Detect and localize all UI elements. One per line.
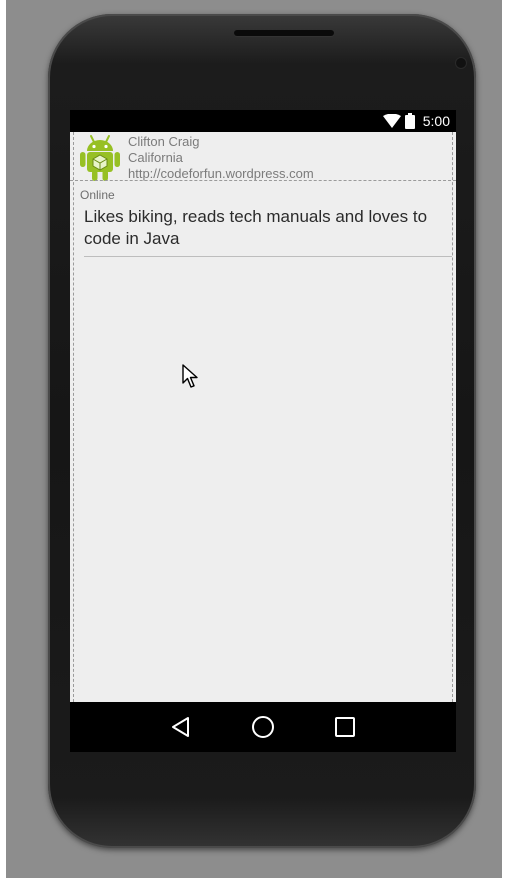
battery-icon bbox=[404, 113, 415, 129]
header-divider bbox=[70, 180, 456, 181]
android-robot-icon bbox=[80, 135, 120, 181]
wifi-icon bbox=[382, 114, 401, 128]
recents-button[interactable] bbox=[332, 714, 358, 740]
home-circle-icon bbox=[252, 716, 274, 738]
back-button[interactable] bbox=[168, 714, 194, 740]
online-status-label: Online bbox=[80, 188, 115, 202]
profile-location: California bbox=[128, 150, 183, 165]
back-triangle-icon bbox=[172, 717, 189, 737]
profile-screen: Clifton Craig California http://codeforf… bbox=[70, 132, 456, 702]
navigation-bar bbox=[70, 702, 456, 752]
profile-name: Clifton Craig bbox=[128, 134, 200, 149]
bio-text-field[interactable]: Likes biking, reads tech manuals and lov… bbox=[84, 206, 454, 250]
device-screen: 5:00 Clifton Craig California http://cod… bbox=[70, 110, 456, 752]
profile-details: Clifton Craig California http://codeforf… bbox=[128, 134, 314, 182]
bio-field-underline bbox=[84, 256, 452, 257]
home-button[interactable] bbox=[250, 714, 276, 740]
recents-square-icon bbox=[335, 717, 355, 737]
status-bar: 5:00 bbox=[70, 110, 456, 132]
front-camera-icon bbox=[456, 58, 466, 68]
status-clock: 5:00 bbox=[422, 113, 450, 129]
mouse-pointer-icon bbox=[182, 364, 198, 388]
earpiece-speaker bbox=[234, 30, 334, 36]
profile-header: Clifton Craig California http://codeforf… bbox=[70, 132, 456, 182]
